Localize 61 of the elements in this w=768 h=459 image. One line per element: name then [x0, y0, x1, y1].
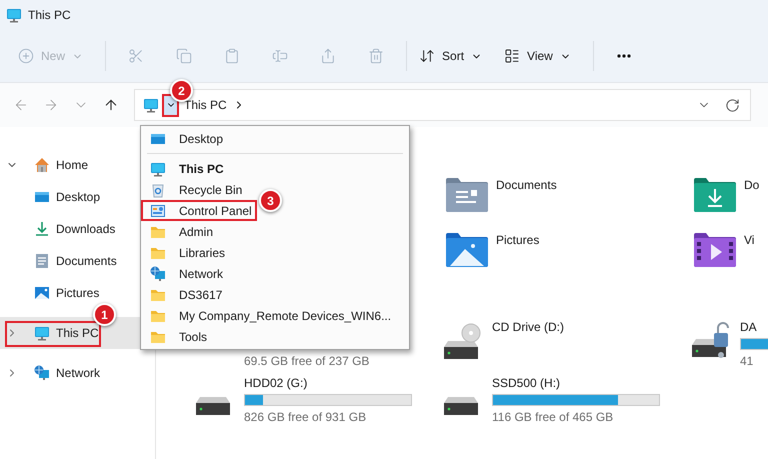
- drive-name[interactable]: CD Drive (D:): [492, 319, 564, 335]
- menu-item-label: Libraries: [179, 246, 226, 260]
- folder-name[interactable]: Vi: [744, 233, 754, 247]
- hard-drive-icon: [444, 397, 478, 415]
- sort-arrows-icon: [419, 48, 436, 64]
- sidebar-label: This PC: [56, 326, 99, 340]
- folder-name[interactable]: Pictures: [496, 233, 540, 247]
- control-panel-icon: [150, 202, 166, 218]
- documents-folder-icon: [446, 178, 488, 212]
- desktop-icon: [34, 189, 50, 205]
- menu-item[interactable]: Desktop: [141, 128, 228, 149]
- menu-item[interactable]: Control Panel: [141, 200, 257, 221]
- menu-item-label: Network: [179, 266, 224, 280]
- picture-icon: [34, 285, 50, 301]
- recycle-bin-icon: [150, 182, 166, 198]
- monitor-icon: [150, 160, 166, 176]
- window-title: This PC: [28, 8, 71, 22]
- hard-drive-icon: [196, 397, 230, 415]
- sidebar-label: Desktop: [56, 190, 100, 204]
- toolbar-button[interactable]: Sort: [413, 40, 488, 72]
- monitor-icon: [34, 325, 50, 341]
- refresh-icon[interactable]: [725, 98, 740, 112]
- drive-free-space: 69.5 GB free of 237 GB: [244, 353, 370, 369]
- menu-item-label: Recycle Bin: [179, 182, 242, 196]
- cd-drive-icon: [444, 323, 482, 359]
- drive-free-space: 826 GB free of 931 GB: [244, 409, 368, 425]
- document-icon: [34, 253, 50, 269]
- drive-name[interactable]: HDD02 (G:): [244, 375, 412, 391]
- sidebar-label: Pictures: [56, 286, 100, 300]
- plus-circle-icon: [18, 48, 34, 64]
- monitor-icon: [143, 97, 159, 113]
- sidebar-item[interactable]: Network: [0, 357, 155, 389]
- sidebar-label: Network: [56, 366, 100, 380]
- pictures-folder-icon: [446, 233, 488, 267]
- step-badge: 1: [93, 303, 116, 326]
- home-icon: [34, 157, 50, 173]
- monitor-icon: [6, 7, 22, 23]
- menu-item-label: Admin: [179, 224, 214, 238]
- drive-free-space: 116 GB free of 465 GB: [492, 409, 614, 425]
- network-icon: [150, 266, 166, 282]
- folder-name[interactable]: Documents: [496, 178, 557, 192]
- network-icon: [34, 365, 50, 381]
- toolbar-button[interactable]: View: [498, 40, 577, 72]
- menu-item-label: Desktop: [179, 132, 224, 146]
- sidebar-label: Documents: [56, 254, 117, 268]
- downloads-folder-icon: [694, 178, 736, 212]
- list-view-icon: [504, 48, 520, 64]
- folder-name[interactable]: Do: [744, 178, 760, 192]
- drive-name[interactable]: DA: [740, 319, 768, 335]
- drive-free-space: 41: [740, 353, 754, 369]
- menu-item-label: Tools: [179, 330, 208, 344]
- videos-folder-icon: [694, 233, 736, 267]
- menu-item-label: DS3617: [179, 288, 222, 302]
- locked-drive-icon: [692, 321, 730, 359]
- drive-name[interactable]: SSD500 (H:): [492, 375, 660, 391]
- sidebar-label: Downloads: [56, 222, 116, 236]
- menu-item-label: My Company_Remote Devices_WIN6...: [179, 308, 392, 322]
- menu-item-label: Control Panel: [179, 204, 252, 218]
- menu-item-label: This PC: [179, 162, 224, 176]
- sidebar-label: Home: [56, 158, 88, 172]
- download-icon: [34, 221, 50, 237]
